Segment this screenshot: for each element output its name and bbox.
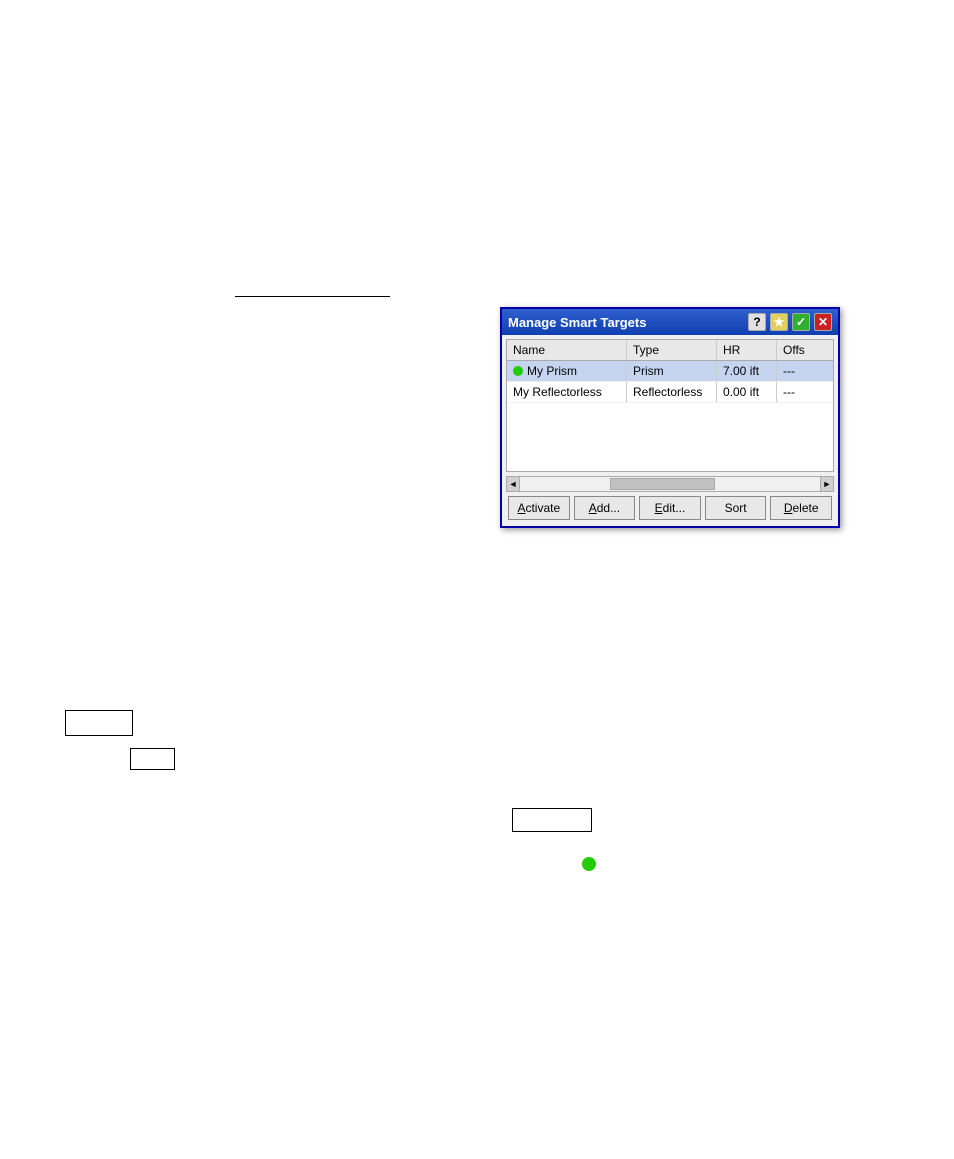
action-buttons: Activate Add... Edit... Sort Delete	[506, 492, 834, 522]
col-header-offs: Offs	[777, 340, 811, 360]
table-body: My Prism Prism 7.00 ift --- My Refle	[507, 361, 833, 471]
callout-box-3	[512, 808, 592, 832]
titlebar-icons: ? ★ ✓ ✕	[748, 313, 832, 331]
row-hr-cell: 7.00 ift	[717, 361, 777, 381]
row-name-cell: My Prism	[507, 361, 627, 381]
active-dot-icon	[513, 366, 523, 376]
table-header: Name Type HR Offs	[507, 340, 833, 361]
sort-button[interactable]: Sort	[705, 496, 767, 520]
table-row[interactable]: My Reflectorless Reflectorless 0.00 ift …	[507, 382, 833, 403]
row-name-text: My Reflectorless	[513, 385, 602, 399]
scroll-left-button[interactable]: ◄	[506, 476, 520, 492]
row-name-text: My Prism	[527, 364, 577, 378]
dialog-title: Manage Smart Targets	[508, 315, 748, 330]
close-icon[interactable]: ✕	[814, 313, 832, 331]
row-type-cell: Prism	[627, 361, 717, 381]
manage-smart-targets-dialog: Manage Smart Targets ? ★ ✓ ✕ Name Type H…	[500, 307, 840, 528]
targets-table: Name Type HR Offs My Prism Prism	[506, 339, 834, 472]
col-header-name: Name	[507, 340, 627, 360]
row-offs-cell: ---	[777, 382, 811, 402]
col-header-hr: HR	[717, 340, 777, 360]
row-hr-cell: 0.00 ift	[717, 382, 777, 402]
row-hr-text: 7.00 ift	[723, 364, 759, 378]
scroll-thumb[interactable]	[610, 478, 715, 490]
delete-button[interactable]: Delete	[770, 496, 832, 520]
activate-button[interactable]: Activate	[508, 496, 570, 520]
table-row[interactable]: My Prism Prism 7.00 ift ---	[507, 361, 833, 382]
scroll-right-button[interactable]: ►	[820, 476, 834, 492]
row-offs-text: ---	[783, 364, 795, 378]
check-icon[interactable]: ✓	[792, 313, 810, 331]
callout-box-1	[65, 710, 133, 736]
dialog-body: Name Type HR Offs My Prism Prism	[502, 335, 838, 526]
add-button[interactable]: Add...	[574, 496, 636, 520]
dialog-titlebar: Manage Smart Targets ? ★ ✓ ✕	[502, 309, 838, 335]
green-dot-indicator	[582, 857, 596, 871]
callout-box-2	[130, 748, 175, 770]
row-name-cell: My Reflectorless	[507, 382, 627, 402]
row-offs-cell: ---	[777, 361, 811, 381]
edit-button[interactable]: Edit...	[639, 496, 701, 520]
row-type-text: Reflectorless	[633, 385, 702, 399]
scroll-track[interactable]	[520, 476, 820, 492]
help-icon[interactable]: ?	[748, 313, 766, 331]
col-header-type: Type	[627, 340, 717, 360]
row-type-cell: Reflectorless	[627, 382, 717, 402]
row-type-text: Prism	[633, 364, 664, 378]
row-offs-text: ---	[783, 385, 795, 399]
star-icon[interactable]: ★	[770, 313, 788, 331]
row-hr-text: 0.00 ift	[723, 385, 759, 399]
horizontal-scrollbar[interactable]: ◄ ►	[506, 476, 834, 492]
underline-decoration	[235, 283, 390, 297]
